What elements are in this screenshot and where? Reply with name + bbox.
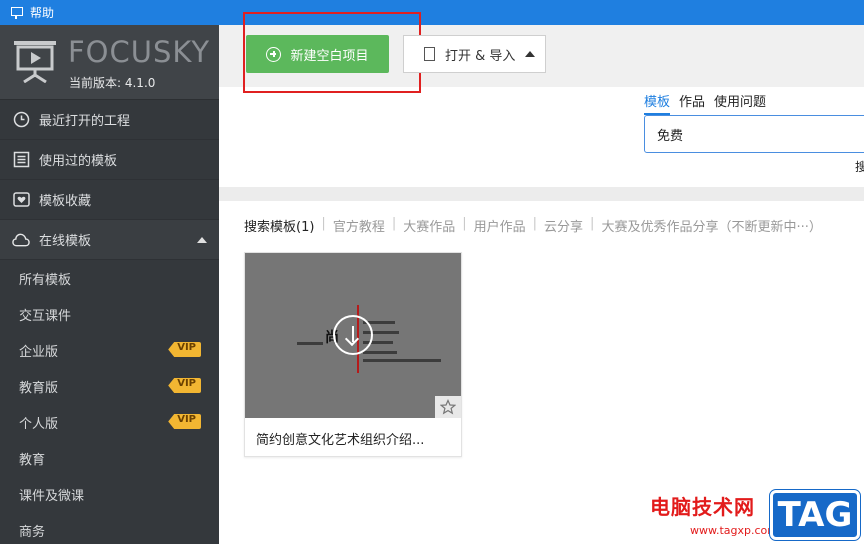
sidebar: FOCUSKY 当前版本: 4.1.0 最近打开的工程 使用过的模板 模板收藏 xyxy=(0,25,219,544)
favorites-heart-icon xyxy=(12,191,30,209)
open-import-button[interactable]: 打开 & 导入 xyxy=(403,35,546,73)
thumb-text-line xyxy=(363,351,397,354)
sidebar-item-recent-projects[interactable]: 最近打开的工程 xyxy=(0,100,219,140)
clock-icon xyxy=(12,111,30,129)
plus-circle-icon xyxy=(266,46,282,62)
template-card[interactable]: 尚 简约创意文化艺术组织介绍... xyxy=(244,252,462,457)
brand-name: FOCUSKY xyxy=(68,35,211,69)
chevron-up-icon xyxy=(197,236,207,243)
filter-search-templates[interactable]: 搜索模板(1) xyxy=(244,216,314,235)
search-input[interactable] xyxy=(644,115,864,153)
sidebar-subitem-education-edition[interactable]: 教育版 VIP xyxy=(0,368,219,404)
caret-up-icon xyxy=(525,51,536,57)
sidebar-item-template-favorites[interactable]: 模板收藏 xyxy=(0,180,219,220)
new-blank-project-button[interactable]: 新建空白项目 xyxy=(246,35,389,73)
watermark-tag-logo: TAG xyxy=(770,490,860,540)
sidebar-subitem-courseware-microlesson[interactable]: 课件及微课 xyxy=(0,476,219,512)
vip-badge: VIP xyxy=(168,414,201,429)
sidebar-subitem-label: 交互课件 xyxy=(19,308,72,324)
template-list-icon xyxy=(12,151,30,169)
template-card-title[interactable]: 简约创意文化艺术组织介绍... xyxy=(256,429,424,448)
sidebar-item-label: 最近打开的工程 xyxy=(39,114,131,129)
template-thumbnail[interactable]: 尚 xyxy=(245,253,461,418)
sidebar-subitem-interactive-courseware[interactable]: 交互课件 xyxy=(0,296,219,332)
sidebar-item-label: 使用过的模板 xyxy=(39,154,118,169)
thumb-text-line xyxy=(297,342,323,345)
new-blank-project-label: 新建空白项目 xyxy=(290,48,369,64)
version-label: 当前版本: 4.1.0 xyxy=(69,76,156,90)
sidebar-item-label: 模板收藏 xyxy=(39,194,92,209)
sidebar-subitem-label: 教育版 xyxy=(19,380,59,396)
search-button[interactable]: 搜 xyxy=(855,158,864,175)
sidebar-subitem-label: 所有模板 xyxy=(19,272,72,288)
sidebar-subitem-label: 企业版 xyxy=(19,344,59,360)
sidebar-group-online-templates[interactable]: 在线模板 xyxy=(0,220,219,260)
vip-badge: VIP xyxy=(168,342,201,357)
filter-contest-works[interactable]: 大赛作品 xyxy=(403,216,455,235)
filter-contest-excellent-works[interactable]: 大赛及优秀作品分享（不断更新中···） xyxy=(601,216,821,235)
star-icon xyxy=(440,399,456,415)
sidebar-subitem-business[interactable]: 商务 xyxy=(0,512,219,544)
sidebar-group-label: 在线模板 xyxy=(39,234,92,249)
sidebar-subitem-personal[interactable]: 个人版 VIP xyxy=(0,404,219,440)
tab-usage-questions[interactable]: 使用问题 xyxy=(714,91,766,115)
menu-bar: 帮助 xyxy=(0,0,864,25)
filter-user-works[interactable]: 用户作品 xyxy=(474,216,526,235)
filter-separator: | xyxy=(532,216,538,231)
open-import-label: 打开 & 导入 xyxy=(445,48,516,64)
sidebar-subitem-education[interactable]: 教育 xyxy=(0,440,219,476)
brand-header: FOCUSKY 当前版本: 4.1.0 xyxy=(0,25,219,100)
search-tabs: 模板 作品 使用问题 xyxy=(644,91,766,115)
menu-help[interactable]: 帮助 xyxy=(30,4,54,21)
filter-separator: | xyxy=(391,216,397,231)
focusky-logo-icon xyxy=(14,41,56,83)
vip-badge: VIP xyxy=(168,378,201,393)
section-divider xyxy=(219,187,864,201)
cloud-icon xyxy=(12,231,30,249)
thumb-text-line xyxy=(363,359,441,362)
filter-official-tutorials[interactable]: 官方教程 xyxy=(333,216,385,235)
sidebar-subitem-label: 个人版 xyxy=(19,416,59,432)
tab-templates[interactable]: 模板 xyxy=(644,91,671,115)
watermark-url: www.tagxp.com xyxy=(690,524,778,537)
sidebar-subitem-label: 课件及微课 xyxy=(19,488,85,504)
watermark-text: 电脑技术网 xyxy=(650,495,755,519)
filter-separator: | xyxy=(462,216,467,231)
favorite-star-button[interactable] xyxy=(435,396,461,418)
sidebar-subitem-enterprise[interactable]: 企业版 VIP xyxy=(0,332,219,368)
tab-works[interactable]: 作品 xyxy=(679,91,705,115)
filter-separator: | xyxy=(590,216,595,231)
download-icon[interactable] xyxy=(333,315,373,355)
sidebar-item-used-templates[interactable]: 使用过的模板 xyxy=(0,140,219,180)
filter-separator: | xyxy=(321,216,326,231)
filter-cloud-share[interactable]: 云分享 xyxy=(544,216,583,235)
presentation-icon xyxy=(10,6,24,19)
sidebar-subitem-label: 商务 xyxy=(19,524,46,540)
document-icon xyxy=(424,47,435,61)
category-filters: 搜索模板(1) | 官方教程 | 大赛作品 | 用户作品 | 云分享 | 大赛及… xyxy=(244,216,822,235)
sidebar-subitem-label: 教育 xyxy=(19,452,46,468)
focusky-start-page: 帮助 FOCUSKY 当前版本: 4.1.0 最近打开的工程 使用过的模板 模板… xyxy=(0,0,864,544)
sidebar-subitem-all-templates[interactable]: 所有模板 xyxy=(0,260,219,296)
